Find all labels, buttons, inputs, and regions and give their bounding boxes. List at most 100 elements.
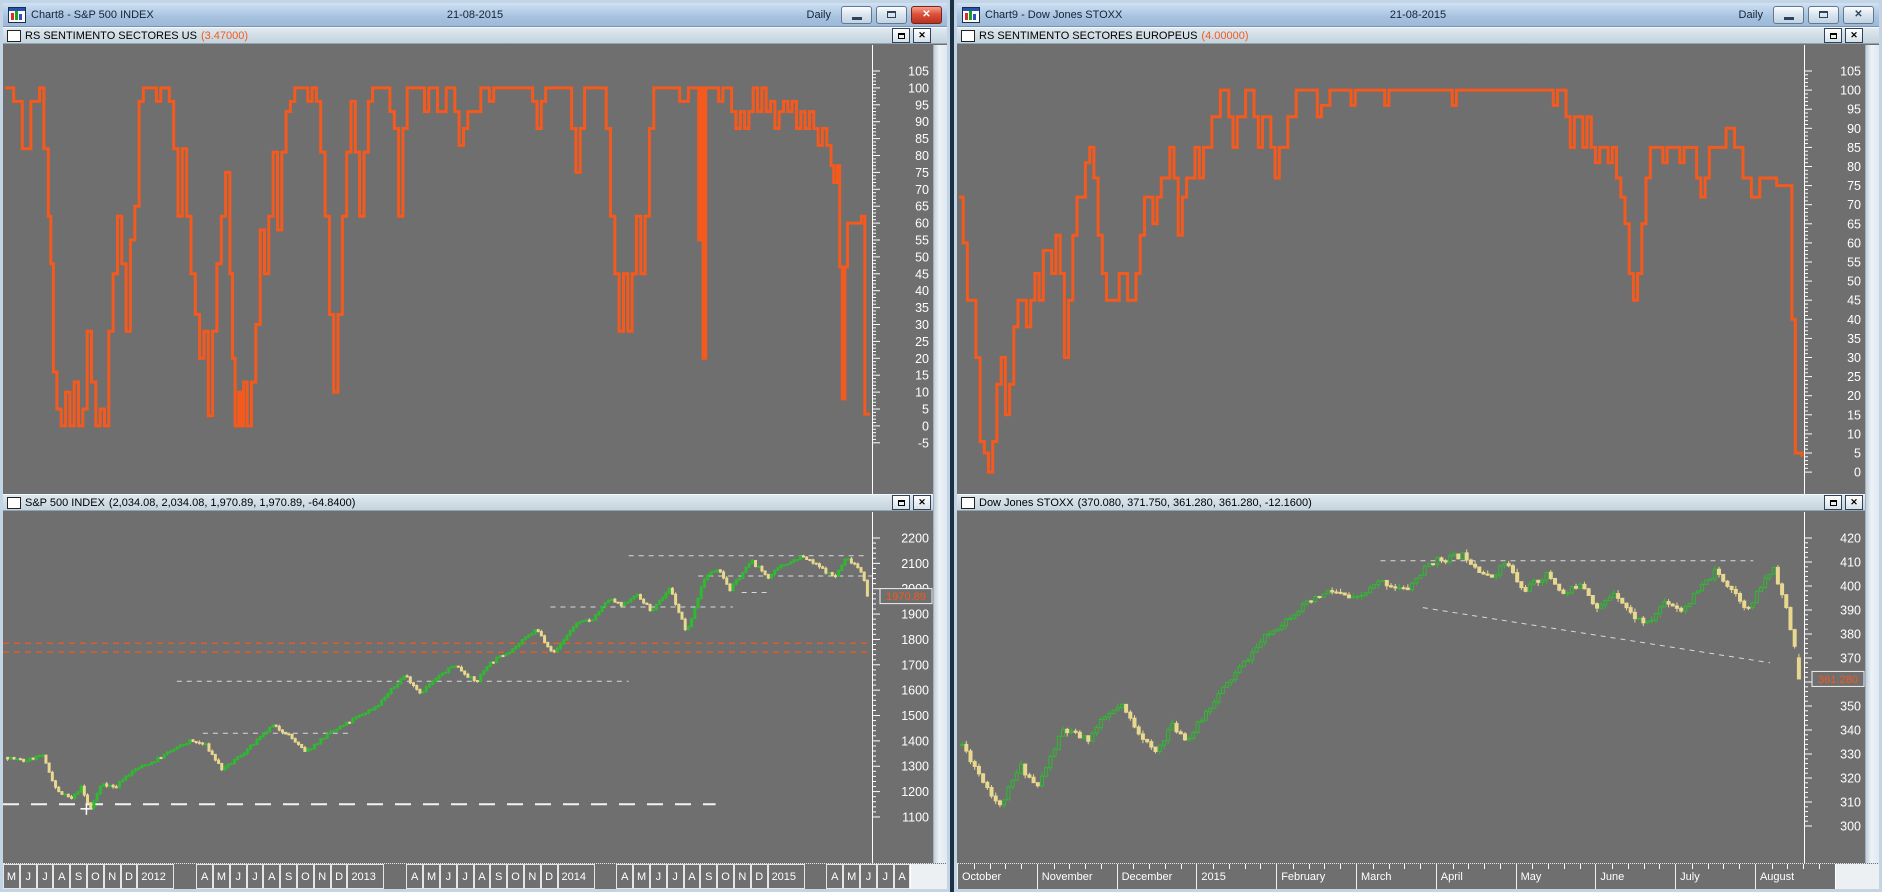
week-tick <box>1228 864 1230 869</box>
week-tick <box>1723 864 1725 869</box>
week-tick <box>1053 864 1055 869</box>
week-tick <box>1404 864 1406 869</box>
svg-text:15: 15 <box>1847 408 1861 422</box>
week-tick <box>1659 864 1661 869</box>
xaxis-month-cell: June <box>1595 864 1675 889</box>
stoxx-chart-panel[interactable]: 4204104003903803703603503403303203103003… <box>957 512 1879 863</box>
panel-header-sp500[interactable]: S&P 500 INDEX (2,034.08, 2,034.08, 1,970… <box>3 494 947 511</box>
titlebar-stoxx[interactable]: Chart9 - Dow Jones STOXX 21-08-2015 Dail… <box>957 3 1879 27</box>
svg-text:105: 105 <box>908 65 929 79</box>
svg-text:1200: 1200 <box>901 785 929 799</box>
chart-window-stoxx: Chart9 - Dow Jones STOXX 21-08-2015 Dail… <box>954 0 1882 892</box>
week-tick <box>1260 864 1262 869</box>
minimize-button[interactable] <box>841 5 872 24</box>
panel-close-button[interactable]: ✕ <box>913 495 931 510</box>
series-checkbox-icon[interactable] <box>961 496 975 509</box>
panel-header-rs-eu[interactable]: RS SENTIMENTO SECTORES EUROPEUS (4.00000… <box>957 27 1879 44</box>
week-tick <box>1819 864 1820 869</box>
restore-button[interactable] <box>876 5 907 24</box>
panel-close-button[interactable]: ✕ <box>1845 495 1863 510</box>
week-tick <box>1691 864 1693 869</box>
restore-icon <box>1819 11 1828 18</box>
xaxis-month-cell: March <box>1355 864 1436 889</box>
svg-text:1400: 1400 <box>901 734 929 748</box>
stoxx-candlestick-chart[interactable]: 4204104003903803703603503403303203103003… <box>957 512 1866 863</box>
sp500-chart-panel[interactable]: 2200210020001900180017001600150014001300… <box>3 512 947 863</box>
xaxis-month-cell: A <box>263 864 281 889</box>
week-tick <box>1627 864 1629 869</box>
rs-us-chart[interactable]: 1051009590858075706560555045403530252015… <box>3 45 934 494</box>
series-checkbox-icon[interactable] <box>7 496 21 509</box>
panel-close-button[interactable]: ✕ <box>913 28 931 43</box>
svg-text:20: 20 <box>1847 389 1861 403</box>
xaxis-month-cell: J <box>860 864 877 889</box>
xaxis-month-cell: D <box>540 864 558 889</box>
svg-text:1500: 1500 <box>901 709 929 723</box>
xaxis-month-cell: J <box>36 864 54 889</box>
svg-text:2200: 2200 <box>901 532 929 546</box>
svg-text:15: 15 <box>915 369 929 383</box>
week-tick <box>973 864 975 869</box>
week-tick <box>1707 864 1709 869</box>
week-tick <box>1308 864 1310 869</box>
xaxis-month-cell: S <box>700 864 718 889</box>
week-tick <box>1244 864 1246 869</box>
indicator-name: RS SENTIMENTO SECTORES US <box>25 29 197 42</box>
panel-restore-icon <box>1829 32 1837 39</box>
svg-text:310: 310 <box>1840 796 1861 810</box>
titlebar-sp500[interactable]: Chart8 - S&P 500 INDEX 21-08-2015 Daily … <box>3 3 947 27</box>
indicator-checkbox-icon[interactable] <box>961 29 975 42</box>
xaxis-month-cell: 2015 <box>1196 864 1276 889</box>
panel-header-stoxx[interactable]: Dow Jones STOXX (370.080, 371.750, 361.2… <box>957 494 1879 511</box>
xaxis-month-cell <box>805 864 827 889</box>
svg-text:75: 75 <box>915 166 929 180</box>
svg-text:50: 50 <box>915 250 929 264</box>
svg-text:95: 95 <box>1847 103 1861 117</box>
vertical-scrollbar[interactable] <box>1865 45 1879 889</box>
week-tick <box>1771 864 1773 869</box>
minimize-icon <box>1783 16 1794 20</box>
week-tick <box>1468 864 1470 869</box>
rs-us-chart-panel[interactable]: 105 100 95 90 85 80 75 70 65 60 55 50 45 40 35 30 25 20 15… <box>3 45 947 494</box>
xaxis-month-cell: J <box>666 864 684 889</box>
svg-text:-5: -5 <box>918 436 929 450</box>
panel-restore-button[interactable] <box>892 495 910 510</box>
xaxis-month-cell: O <box>86 864 104 889</box>
svg-text:5: 5 <box>922 403 929 417</box>
week-tick <box>1787 864 1789 869</box>
indicator-checkbox-icon[interactable] <box>7 29 21 42</box>
close-button[interactable]: ✕ <box>1843 5 1874 24</box>
xaxis-month-cell: S <box>70 864 87 889</box>
xaxis-year-cell: 2013 <box>347 864 385 889</box>
svg-text:1100: 1100 <box>902 810 929 824</box>
panel-close-button[interactable]: ✕ <box>1845 28 1863 43</box>
svg-text:105: 105 <box>1840 65 1861 79</box>
week-tick <box>1739 864 1741 869</box>
close-button[interactable]: ✕ <box>911 5 942 24</box>
xaxis-month-cell: August <box>1754 864 1835 889</box>
panel-header-rs-us[interactable]: RS SENTIMENTO SECTORES US (3.47000) ✕ <box>3 27 947 44</box>
restore-button[interactable] <box>1808 5 1839 24</box>
svg-text:20: 20 <box>915 352 929 366</box>
panel-restore-button[interactable] <box>1824 28 1842 43</box>
window-title: Chart9 - Dow Jones STOXX <box>985 8 1123 21</box>
rs-eu-chart-panel[interactable]: 105 100 95 90 85 80 75 70 65 60 55 50 45 40 35 30 25 20 15… <box>957 45 1879 494</box>
xaxis-month-cell: J <box>439 864 457 889</box>
svg-text:300: 300 <box>1840 820 1861 834</box>
xaxis-month-cell: M <box>213 864 230 889</box>
panel-restore-button[interactable] <box>1824 495 1842 510</box>
rs-eu-chart[interactable]: 1051009590858075706560555045403530252015… <box>957 45 1866 494</box>
week-tick <box>1180 864 1182 869</box>
svg-text:40: 40 <box>1847 313 1861 327</box>
svg-text:40: 40 <box>915 284 929 298</box>
svg-text:10: 10 <box>915 386 929 400</box>
xaxis-month-cell: A <box>473 864 491 889</box>
sp500-candlestick-chart[interactable]: 2200210020001900180017001600150014001300… <box>3 512 934 863</box>
xaxis-year-cell: 2012 <box>137 864 175 889</box>
xaxis-month-cell: N <box>523 864 541 889</box>
xaxis-month-cell: December <box>1116 864 1197 889</box>
panel-restore-button[interactable] <box>892 28 910 43</box>
vertical-scrollbar[interactable] <box>933 45 947 889</box>
minimize-button[interactable] <box>1773 5 1804 24</box>
xaxis-month-cell: February <box>1276 864 1356 889</box>
